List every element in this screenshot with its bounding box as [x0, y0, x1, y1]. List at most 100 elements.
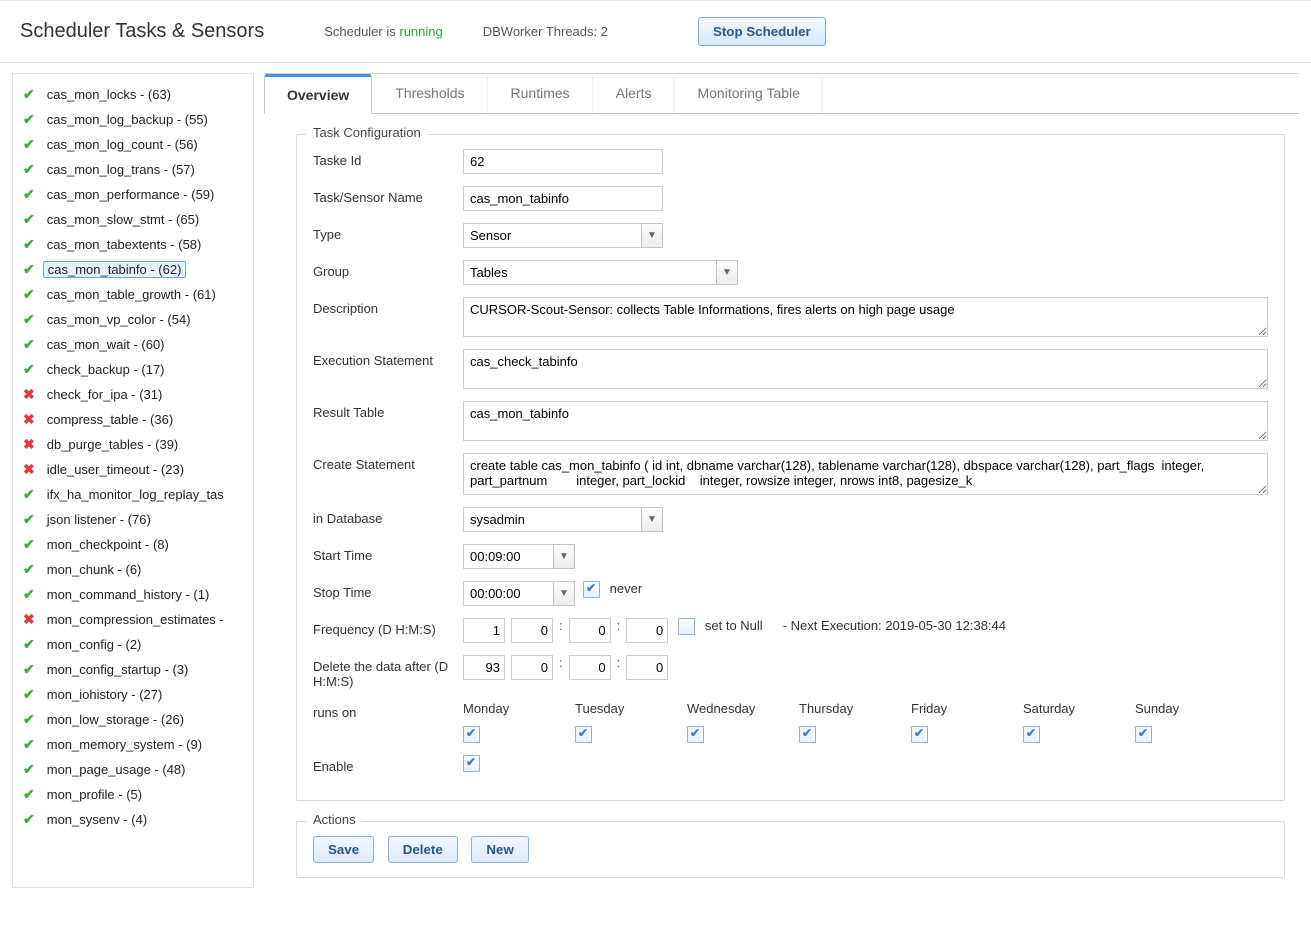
task-list-item[interactable]: ✔mon_command_history - (1) — [13, 582, 253, 607]
chevron-down-icon[interactable]: ▼ — [553, 544, 575, 569]
database-select[interactable]: ▼ — [463, 507, 663, 532]
day-label: Monday — [463, 701, 575, 716]
create-stmt-input[interactable]: create table cas_mon_tabinfo ( id int, d… — [463, 453, 1268, 495]
group-select[interactable]: ▼ — [463, 260, 738, 285]
freq-sec-input[interactable] — [626, 618, 668, 643]
main-content: OverviewThresholdsRuntimesAlertsMonitori… — [264, 73, 1299, 888]
del-min-input[interactable] — [569, 655, 611, 680]
runs-on-label: runs on — [313, 701, 463, 720]
freq-hours-input[interactable] — [511, 618, 553, 643]
type-select[interactable]: ▼ — [463, 223, 663, 248]
save-button[interactable]: Save — [313, 836, 374, 863]
task-list-item[interactable]: ✔mon_iohistory - (27) — [13, 682, 253, 707]
task-item-label: cas_mon_tabinfo - (62) — [43, 261, 187, 278]
task-list-item[interactable]: ✔mon_memory_system - (9) — [13, 732, 253, 757]
freq-days-input[interactable] — [463, 618, 505, 643]
day-label: Tuesday — [575, 701, 687, 716]
task-list-item[interactable]: ✔json listener - (76) — [13, 507, 253, 532]
new-button[interactable]: New — [471, 836, 528, 863]
task-item-label: cas_mon_log_count - (56) — [43, 137, 202, 152]
chevron-down-icon[interactable]: ▼ — [716, 260, 738, 285]
task-list-item[interactable]: ✔check_backup - (17) — [13, 357, 253, 382]
stop-scheduler-button[interactable]: Stop Scheduler — [698, 17, 826, 46]
set-null-checkbox[interactable] — [678, 618, 695, 635]
enable-label: Enable — [313, 755, 463, 774]
delete-button[interactable]: Delete — [388, 836, 458, 863]
check-icon: ✔ — [23, 536, 35, 553]
day-label: Saturday — [1023, 701, 1135, 716]
task-list-item[interactable]: ✔mon_page_usage - (48) — [13, 757, 253, 782]
scheduler-status: Scheduler is running — [324, 24, 443, 39]
day-checkbox-tuesday[interactable] — [575, 726, 592, 743]
task-list-item[interactable]: ✔cas_mon_slow_stmt - (65) — [13, 207, 253, 232]
task-item-label: cas_mon_performance - (59) — [43, 187, 219, 202]
task-list-item[interactable]: ✔cas_mon_log_trans - (57) — [13, 157, 253, 182]
start-time-label: Start Time — [313, 544, 463, 563]
start-time-select[interactable]: ▼ — [463, 544, 575, 569]
task-list-item[interactable]: ✔cas_mon_tabextents - (58) — [13, 232, 253, 257]
task-list-item[interactable]: ✖check_for_ipa - (31) — [13, 382, 253, 407]
chevron-down-icon[interactable]: ▼ — [641, 507, 663, 532]
task-list-item[interactable]: ✔cas_mon_performance - (59) — [13, 182, 253, 207]
day-label: Wednesday — [687, 701, 799, 716]
never-checkbox[interactable] — [583, 581, 600, 598]
check-icon: ✔ — [23, 661, 35, 678]
task-list-item[interactable]: ✔mon_config_startup - (3) — [13, 657, 253, 682]
task-list-item[interactable]: ✔mon_low_storage - (26) — [13, 707, 253, 732]
freq-min-input[interactable] — [569, 618, 611, 643]
task-list-item[interactable]: ✖db_purge_tables - (39) — [13, 432, 253, 457]
tab-alerts[interactable]: Alerts — [593, 74, 675, 113]
task-list-item[interactable]: ✔mon_profile - (5) — [13, 782, 253, 807]
stop-time-select[interactable]: ▼ — [463, 581, 575, 606]
task-item-label: mon_sysenv - (4) — [43, 812, 151, 827]
task-list-item[interactable]: ✔cas_mon_table_growth - (61) — [13, 282, 253, 307]
day-checkbox-saturday[interactable] — [1023, 726, 1040, 743]
task-list-item[interactable]: ✖compress_table - (36) — [13, 407, 253, 432]
task-list-item[interactable]: ✔cas_mon_vp_color - (54) — [13, 307, 253, 332]
set-null-label: set to Null — [705, 618, 763, 633]
check-icon: ✔ — [23, 486, 35, 503]
check-icon: ✔ — [23, 636, 35, 653]
check-icon: ✔ — [23, 811, 35, 828]
task-list-item[interactable]: ✔ mon_checkpoint - (8) — [13, 532, 253, 557]
task-list-item[interactable]: ✔cas_mon_wait - (60) — [13, 332, 253, 357]
tab-bar: OverviewThresholdsRuntimesAlertsMonitori… — [264, 74, 1299, 114]
task-list-item[interactable]: ✔mon_chunk - (6) — [13, 557, 253, 582]
task-item-label: idle_user_timeout - (23) — [43, 462, 188, 477]
task-item-label: cas_mon_table_growth - (61) — [43, 287, 220, 302]
day-checkbox-friday[interactable] — [911, 726, 928, 743]
task-id-input[interactable] — [463, 149, 663, 174]
del-sec-input[interactable] — [626, 655, 668, 680]
day-checkbox-sunday[interactable] — [1135, 726, 1152, 743]
task-list-item[interactable]: ✔ mon_sysenv - (4) — [13, 807, 253, 832]
task-list-item[interactable]: ✔ifx_ha_monitor_log_replay_tas — [13, 482, 253, 507]
task-item-label: cas_mon_wait - (60) — [43, 337, 169, 352]
tab-runtimes[interactable]: Runtimes — [488, 74, 593, 113]
task-list-item[interactable]: ✖mon_compression_estimates - — [13, 607, 253, 632]
task-list-item[interactable]: ✔cas_mon_locks - (63) — [13, 82, 253, 107]
day-checkbox-thursday[interactable] — [799, 726, 816, 743]
task-name-input[interactable] — [463, 186, 663, 211]
del-days-input[interactable] — [463, 655, 505, 680]
task-list-item[interactable]: ✖idle_user_timeout - (23) — [13, 457, 253, 482]
result-table-input[interactable]: cas_mon_tabinfo — [463, 401, 1268, 441]
del-hours-input[interactable] — [511, 655, 553, 680]
chevron-down-icon[interactable]: ▼ — [641, 223, 663, 248]
task-list-item[interactable]: ✔cas_mon_log_count - (56) — [13, 132, 253, 157]
task-item-label: mon_checkpoint - (8) — [43, 537, 173, 552]
day-checkbox-monday[interactable] — [463, 726, 480, 743]
check-icon: ✔ — [23, 161, 35, 178]
check-icon: ✔ — [23, 686, 35, 703]
exec-stmt-input[interactable]: cas_check_tabinfo — [463, 349, 1268, 389]
day-checkbox-wednesday[interactable] — [687, 726, 704, 743]
task-list-item[interactable]: ✔cas_mon_log_backup - (55) — [13, 107, 253, 132]
enable-checkbox[interactable] — [463, 755, 480, 772]
chevron-down-icon[interactable]: ▼ — [553, 581, 575, 606]
task-list-item[interactable]: ✔mon_config - (2) — [13, 632, 253, 657]
tab-monitoring-table[interactable]: Monitoring Table — [674, 74, 822, 113]
description-input[interactable]: CURSOR-Scout-Sensor: collects Table Info… — [463, 297, 1268, 337]
tab-overview[interactable]: Overview — [264, 74, 372, 114]
check-icon: ✔ — [23, 786, 35, 803]
task-list-item[interactable]: ✔cas_mon_tabinfo - (62) — [13, 257, 253, 282]
tab-thresholds[interactable]: Thresholds — [372, 74, 487, 113]
